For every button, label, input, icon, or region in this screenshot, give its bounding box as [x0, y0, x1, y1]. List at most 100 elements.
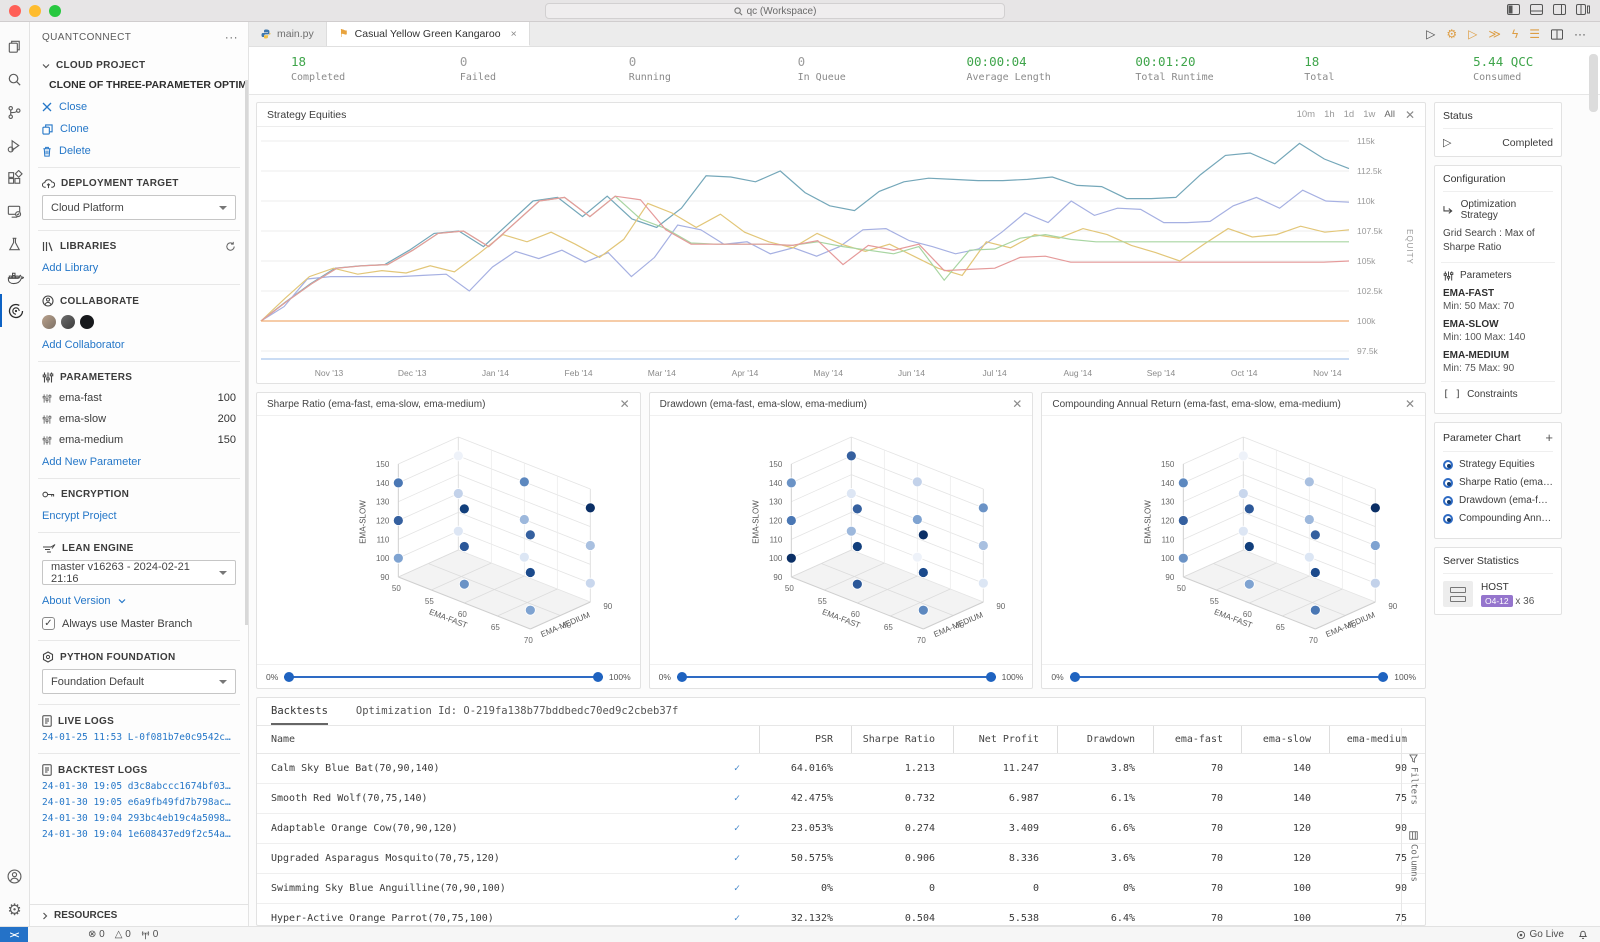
- scatter-point[interactable]: [846, 451, 856, 461]
- scatter-point[interactable]: [918, 605, 928, 615]
- slider-handle-left[interactable]: [677, 672, 687, 682]
- scatter-point[interactable]: [978, 541, 988, 551]
- scatter-3d-chart[interactable]: 9010011012013014015050556065709080EMA-FA…: [257, 416, 640, 659]
- scatter-point[interactable]: [1179, 553, 1189, 563]
- avatar[interactable]: [80, 315, 94, 329]
- close-tab-icon[interactable]: ×: [511, 28, 517, 40]
- parameter-row[interactable]: ema-fast100: [42, 392, 236, 404]
- log-entry-link[interactable]: 24-01-30 19:04 1e608437ed9f2c54a5ab9d...: [42, 829, 236, 840]
- window-controls[interactable]: [9, 5, 61, 17]
- filters-toggle[interactable]: Filters: [1409, 754, 1419, 805]
- columns-toggle[interactable]: Columns: [1409, 831, 1419, 882]
- scatter-point[interactable]: [585, 578, 595, 588]
- live-trade-button[interactable]: ϟ: [1512, 27, 1518, 41]
- scatter-point[interactable]: [525, 605, 535, 615]
- scatter-range-slider[interactable]: 0%100%: [650, 664, 1033, 688]
- scatter-point[interactable]: [585, 503, 595, 513]
- scatter-point[interactable]: [459, 542, 469, 552]
- customize-layout-icon[interactable]: [1576, 4, 1590, 15]
- scatter-point[interactable]: [1311, 568, 1321, 578]
- scatter-point[interactable]: [1371, 578, 1381, 588]
- scatter-point[interactable]: [459, 504, 469, 514]
- remote-indicator[interactable]: ><: [0, 927, 28, 942]
- scatter-point[interactable]: [1311, 530, 1321, 540]
- slider-handle-left[interactable]: [284, 672, 294, 682]
- slider-handle-right[interactable]: [986, 672, 996, 682]
- scatter-point[interactable]: [1179, 478, 1189, 488]
- scatter-point[interactable]: [525, 530, 535, 540]
- always-use-master-branch-checkbox[interactable]: ✓ Always use Master Branch: [42, 617, 236, 630]
- table-row[interactable]: Calm Sky Blue Bat(70,90,140)✓64.016%1.21…: [257, 754, 1425, 784]
- account-icon[interactable]: [0, 860, 30, 893]
- results-list-button[interactable]: ☰: [1529, 27, 1540, 41]
- scatter-3d-chart[interactable]: 9010011012013014015050556065709080EMA-FA…: [650, 416, 1033, 659]
- scatter-point[interactable]: [852, 579, 862, 589]
- close-panel-icon[interactable]: ✕: [620, 397, 630, 411]
- notifications-bell-icon[interactable]: [1578, 929, 1588, 940]
- range-button-10m[interactable]: 10m: [1297, 109, 1315, 120]
- range-button-1h[interactable]: 1h: [1324, 109, 1335, 120]
- go-live-button[interactable]: Go Live: [1516, 929, 1564, 940]
- column-header-status[interactable]: [713, 726, 759, 753]
- sidebar-more-icon[interactable]: ···: [225, 30, 238, 44]
- sidebar-scrollbar[interactable]: [245, 80, 248, 625]
- range-button-1w[interactable]: 1w: [1363, 109, 1375, 120]
- column-header-name[interactable]: Name: [257, 726, 713, 753]
- log-entry-link[interactable]: 24-01-30 19:05 e6a9fb49fd7b798ac6784f...: [42, 797, 236, 808]
- scatter-point[interactable]: [525, 568, 535, 578]
- scatter-point[interactable]: [393, 553, 403, 563]
- column-header-net-profit[interactable]: Net Profit: [953, 726, 1057, 753]
- scatter-point[interactable]: [912, 552, 922, 562]
- scatter-point[interactable]: [519, 515, 529, 525]
- scatter-point[interactable]: [912, 515, 922, 525]
- optimize-button[interactable]: ≫: [1488, 27, 1501, 41]
- table-row[interactable]: Adaptable Orange Cow(70,90,120)✓23.053%0…: [257, 814, 1425, 844]
- column-header-sharpe-ratio[interactable]: Sharpe Ratio: [851, 726, 953, 753]
- toggle-panel-icon[interactable]: [1530, 4, 1543, 15]
- close-panel-icon[interactable]: ✕: [1405, 108, 1415, 122]
- tab-main-py[interactable]: main.py: [249, 22, 327, 46]
- scatter-point[interactable]: [1239, 526, 1249, 536]
- scatter-point[interactable]: [519, 477, 529, 487]
- scatter-point[interactable]: [459, 579, 469, 589]
- scatter-point[interactable]: [1239, 489, 1249, 499]
- clone-project-link[interactable]: Clone: [42, 123, 236, 135]
- about-version-link[interactable]: About Version: [42, 595, 236, 607]
- tab-optimization-result[interactable]: ⚑ Casual Yellow Green Kangaroo ×: [327, 22, 530, 46]
- backtest-button[interactable]: ▷: [1468, 27, 1477, 41]
- scatter-point[interactable]: [846, 489, 856, 499]
- close-panel-icon[interactable]: ✕: [1405, 397, 1415, 411]
- scatter-point[interactable]: [1305, 477, 1315, 487]
- scatter-point[interactable]: [1245, 504, 1255, 514]
- scatter-point[interactable]: [786, 553, 796, 563]
- add-new-parameter-link[interactable]: Add New Parameter: [42, 456, 236, 468]
- scatter-point[interactable]: [786, 478, 796, 488]
- add-collaborator-link[interactable]: Add Collaborator: [42, 339, 236, 351]
- toggle-sidebar-icon[interactable]: [1507, 4, 1520, 15]
- editor-scrollbar[interactable]: [1589, 54, 1598, 112]
- avatar[interactable]: [42, 315, 56, 329]
- cloud-project-header[interactable]: CLOUD PROJECT: [42, 60, 236, 71]
- table-row[interactable]: Smooth Red Wolf(70,75,140)✓42.475%0.7326…: [257, 784, 1425, 814]
- close-window-button[interactable]: [9, 5, 21, 17]
- slider-handle-right[interactable]: [1378, 672, 1388, 682]
- parameter-row[interactable]: ema-slow200: [42, 413, 236, 425]
- toggle-secondary-sidebar-icon[interactable]: [1553, 4, 1566, 15]
- explorer-icon[interactable]: [0, 30, 30, 63]
- workspace-search-input[interactable]: qc (Workspace): [545, 3, 1005, 19]
- scatter-3d-chart[interactable]: 9010011012013014015050556065709080EMA-FA…: [1042, 416, 1425, 659]
- range-button-1d[interactable]: 1d: [1344, 109, 1355, 120]
- scatter-point[interactable]: [1311, 605, 1321, 615]
- minimize-window-button[interactable]: [29, 5, 41, 17]
- deployment-target-select[interactable]: Cloud Platform: [42, 195, 236, 220]
- errors-count[interactable]: ⊗ 0: [88, 929, 105, 940]
- equity-chart[interactable]: 115k112.5k110k107.5k105k102.5k100k97.5kN…: [257, 127, 1423, 383]
- scatter-point[interactable]: [918, 568, 928, 578]
- chart-option-radio[interactable]: Sharpe Ratio (ema-fast...: [1443, 477, 1553, 488]
- scatter-point[interactable]: [1239, 451, 1249, 461]
- scatter-point[interactable]: [1179, 516, 1189, 526]
- maximize-window-button[interactable]: [49, 5, 61, 17]
- slider-handle-left[interactable]: [1070, 672, 1080, 682]
- backtests-tab[interactable]: Backtests: [271, 705, 328, 725]
- scatter-point[interactable]: [852, 542, 862, 552]
